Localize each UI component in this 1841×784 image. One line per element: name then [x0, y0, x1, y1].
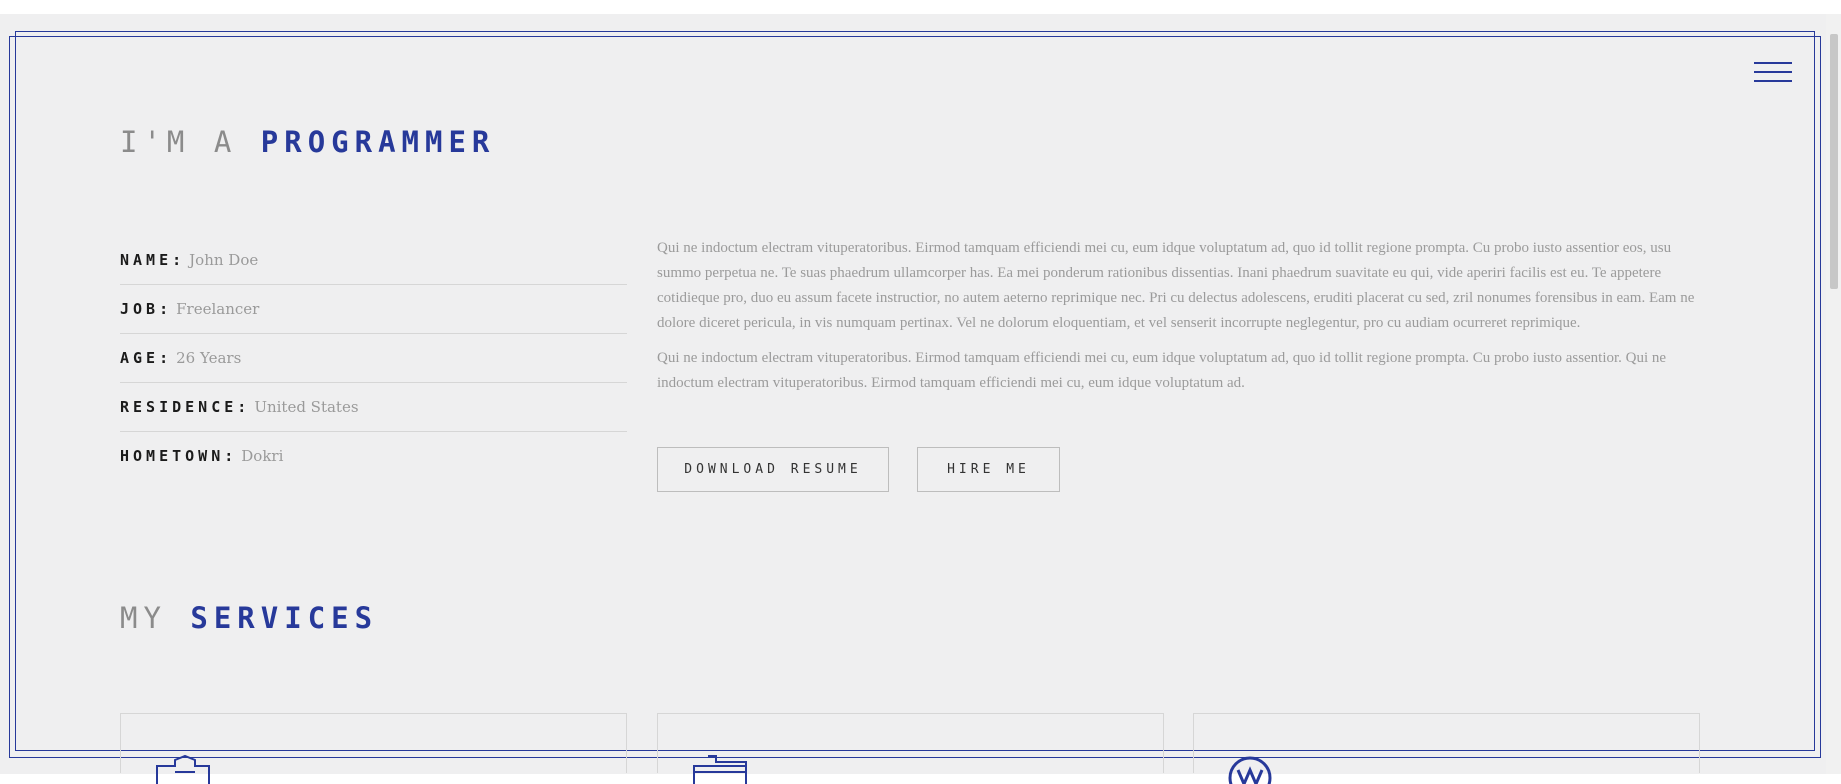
bio-text: Qui ne indoctum electram vituperatoribus… — [657, 236, 1700, 406]
hire-me-button[interactable]: HIRE ME — [917, 447, 1060, 492]
keyboard-icon — [693, 755, 747, 784]
info-value: John Doe — [189, 251, 259, 269]
info-value: United States — [254, 398, 359, 416]
services-heading-light: MY — [120, 601, 167, 635]
action-buttons: DOWNLOAD RESUME HIRE ME — [657, 447, 1060, 492]
info-row-name: NAME: John Doe — [120, 236, 627, 285]
info-label: NAME: — [120, 251, 186, 269]
info-row-age: AGE: 26 Years — [120, 334, 627, 383]
service-card[interactable] — [120, 713, 627, 784]
info-value: 26 Years — [176, 349, 242, 367]
info-label: JOB: — [120, 300, 173, 318]
info-label: AGE: — [120, 349, 173, 367]
service-card[interactable] — [657, 713, 1164, 784]
service-card[interactable] — [1193, 713, 1700, 784]
puzzle-icon — [156, 754, 210, 784]
personal-info-list: NAME: John Doe JOB: Freelancer AGE: 26 Y… — [120, 236, 627, 480]
bio-paragraph: Qui ne indoctum electram vituperatoribus… — [657, 240, 1695, 331]
info-value: Freelancer — [176, 300, 260, 318]
hamburger-menu-icon[interactable] — [1754, 62, 1792, 84]
download-resume-button[interactable]: DOWNLOAD RESUME — [657, 447, 889, 492]
scrollbar-thumb[interactable] — [1830, 34, 1838, 289]
about-heading-light: I'M A — [120, 125, 238, 159]
info-row-residence: RESIDENCE: United States — [120, 383, 627, 432]
services-heading: MY SERVICES — [120, 601, 378, 635]
info-row-job: JOB: Freelancer — [120, 285, 627, 334]
about-heading-accent: PROGRAMMER — [260, 125, 496, 159]
info-value: Dokri — [241, 447, 284, 465]
wordpress-icon — [1228, 756, 1272, 784]
about-heading: I'M A PROGRAMMER — [120, 125, 495, 159]
info-label: HOMETOWN: — [120, 447, 238, 465]
scrollbar[interactable] — [1826, 14, 1841, 774]
services-heading-accent: SERVICES — [190, 601, 379, 635]
info-row-hometown: HOMETOWN: Dokri — [120, 432, 627, 480]
info-label: RESIDENCE: — [120, 398, 251, 416]
bio-paragraph: Qui ne indoctum electram vituperatoribus… — [657, 350, 1667, 391]
